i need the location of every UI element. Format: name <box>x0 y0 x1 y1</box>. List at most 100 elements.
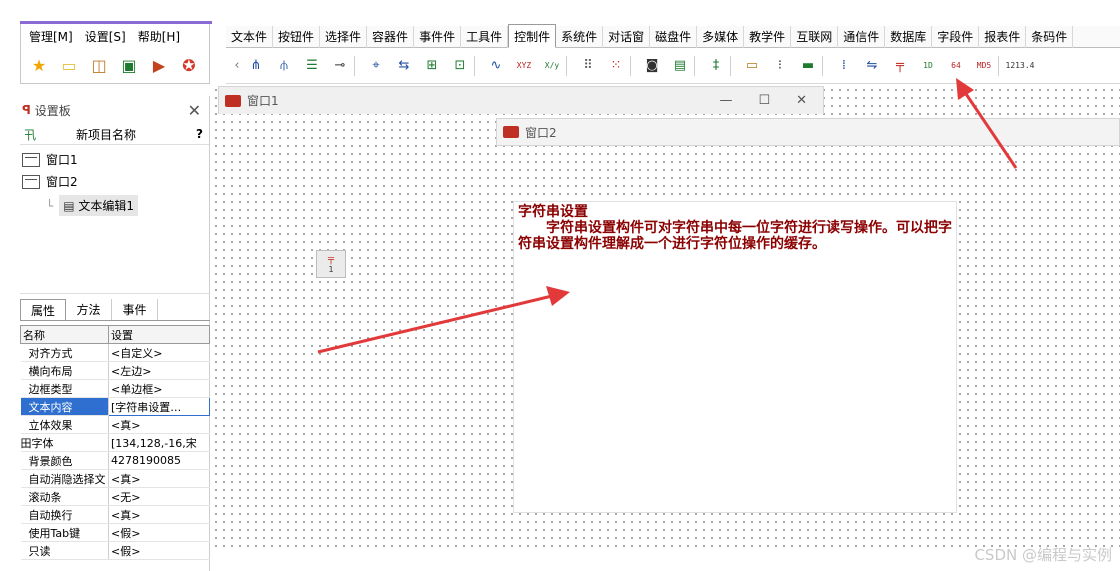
tab-select[interactable]: 选择件 <box>320 26 368 48</box>
tab-properties[interactable]: 属性 <box>20 299 66 320</box>
tab-events[interactable]: 事件 <box>112 299 158 320</box>
prop-value[interactable]: <自定义> <box>108 343 210 362</box>
tab-multimedia[interactable]: 多媒体 <box>697 26 745 48</box>
tab-control[interactable]: 控制件 <box>508 24 557 48</box>
tab-report[interactable]: 报表件 <box>979 26 1027 48</box>
prop-value[interactable]: 4278190085 <box>108 451 210 470</box>
run-icon[interactable]: ▶ <box>147 53 171 77</box>
link-icon[interactable]: ⊡ <box>446 52 474 80</box>
tab-disk[interactable]: 磁盘件 <box>650 26 698 48</box>
tree-icon[interactable]: ⋔ <box>242 52 270 80</box>
tab-text[interactable]: 文本件 <box>226 26 274 48</box>
panel-header: ꟼ 设置板 ✕ <box>20 96 209 124</box>
tab-teaching[interactable]: 教学件 <box>744 26 792 48</box>
split-icon[interactable]: ⇋ <box>858 52 886 80</box>
matrix-icon[interactable]: ⁙ <box>602 52 630 80</box>
database-icon[interactable]: ▤ <box>666 52 694 80</box>
minimize-icon[interactable]: — <box>719 93 732 108</box>
tab-internet[interactable]: 互联网 <box>791 26 839 48</box>
prop-value[interactable]: <假> <box>108 541 210 560</box>
tree-green-icon[interactable]: ‡ <box>702 52 730 80</box>
text-edit-box[interactable]: 字符串设置 字符串设置构件可对字符串中每一位字符进行读写操作。可以把字符串设置构… <box>513 201 957 513</box>
table-row[interactable]: 自动换行 <真> <box>20 505 210 524</box>
key-icon[interactable]: ⊸ <box>326 52 354 80</box>
node-icon[interactable]: ⊞ <box>418 52 446 80</box>
tab-event[interactable]: 事件件 <box>414 26 462 48</box>
list-icon[interactable]: ☰ <box>298 52 326 80</box>
project-name[interactable]: 新项目名称 <box>76 126 136 143</box>
tab-barcode[interactable]: 条码件 <box>1026 26 1074 48</box>
tab-methods[interactable]: 方法 <box>66 299 112 320</box>
tab-container[interactable]: 容器件 <box>367 26 415 48</box>
prop-value[interactable]: <单边框> <box>108 379 210 398</box>
cross-icon[interactable]: ⌖ <box>362 52 390 80</box>
prop-value[interactable]: <真> <box>108 415 210 434</box>
prop-value[interactable]: <左边> <box>108 361 210 380</box>
scroll-left-icon[interactable]: ‹ <box>232 52 242 80</box>
table-row[interactable]: 横向布局 <左边> <box>20 361 210 380</box>
prop-value[interactable]: <假> <box>108 523 210 542</box>
table-row[interactable]: 只读 <假> <box>20 541 210 560</box>
table-header: 名称 设置 <box>20 325 210 344</box>
string-set-component[interactable]: ╤ 1 <box>316 250 346 278</box>
table-row[interactable]: 使用Tab键 <假> <box>20 523 210 542</box>
tab-database[interactable]: 数据库 <box>885 26 933 48</box>
table-row[interactable]: 对齐方式 <自定义> <box>20 343 210 362</box>
close-icon[interactable]: ✕ <box>188 101 201 120</box>
branch-icon[interactable]: ⫛ <box>270 52 298 80</box>
separator <box>566 55 574 76</box>
star-icon[interactable]: ★ <box>27 53 51 77</box>
bus-icon[interactable]: ▬ <box>794 52 822 80</box>
tab-dialog[interactable]: 对话窗 <box>603 26 651 48</box>
column-icon[interactable]: ⁞ <box>830 52 858 80</box>
menu-help[interactable]: 帮助[H] <box>138 28 180 45</box>
help-icon[interactable]: ? <box>196 127 203 141</box>
wave-icon[interactable]: ∿ <box>482 52 510 80</box>
project-name-row: 卂 新项目名称 ? <box>20 124 209 144</box>
menu-settings[interactable]: 设置[S] <box>85 28 126 45</box>
base64-icon[interactable]: 64 <box>942 52 970 80</box>
tab-system[interactable]: 系统件 <box>556 26 604 48</box>
tab-tool[interactable]: 工具件 <box>461 26 509 48</box>
prop-value[interactable]: <真> <box>108 505 210 524</box>
folder-icon[interactable]: ▭ <box>57 53 81 77</box>
grid-icon[interactable]: ⠿ <box>574 52 602 80</box>
prop-value[interactable]: [字符串设置… <box>108 397 210 416</box>
tree-item-window2[interactable]: 窗口2 <box>22 173 78 190</box>
close-icon[interactable]: ✕ <box>796 93 807 108</box>
table-row[interactable]: 边框类型 <单边框> <box>20 379 210 398</box>
stop-icon[interactable]: ✪ <box>177 53 201 77</box>
table-row[interactable]: 田字体 [134,128,-16,宋 <box>20 433 210 452</box>
table-row[interactable]: 滚动条 <无> <box>20 487 210 506</box>
counter-icon[interactable]: ▭ <box>738 52 766 80</box>
string-set-icon[interactable]: ╤ <box>886 52 914 80</box>
prop-value[interactable]: [134,128,-16,宋 <box>108 433 210 452</box>
window1-titlebar[interactable]: 窗口1 — ☐ ✕ <box>218 86 824 114</box>
xy-icon[interactable]: X/y <box>538 52 566 80</box>
table-row[interactable]: 背景颜色 4278190085 <box>20 451 210 470</box>
table-row-selected[interactable]: 文本内容 [字符串设置… <box>20 397 210 416</box>
tab-button[interactable]: 按钮件 <box>273 26 321 48</box>
window2-titlebar[interactable]: 窗口2 <box>496 118 1120 146</box>
number-format-icon[interactable]: 1213.4 <box>1006 52 1035 80</box>
open-icon[interactable]: ◫ <box>87 53 111 77</box>
tab-comm[interactable]: 通信件 <box>838 26 886 48</box>
table-row[interactable]: 自动消隐选择文 <真> <box>20 469 210 488</box>
tab-field[interactable]: 字段件 <box>932 26 980 48</box>
prop-value[interactable]: <无> <box>108 487 210 506</box>
save-icon[interactable]: ▣ <box>117 53 141 77</box>
xyz-icon[interactable]: XYZ <box>510 52 538 80</box>
tree-label: 窗口2 <box>46 175 78 189</box>
prop-value[interactable]: <真> <box>108 469 210 488</box>
tree-item-window1[interactable]: 窗口1 <box>22 151 78 168</box>
table-row[interactable]: 立体效果 <真> <box>20 415 210 434</box>
menu-manage[interactable]: 管理[M] <box>29 28 73 45</box>
tree-item-textedit1[interactable]: └ ▤ 文本编辑1 <box>46 195 139 216</box>
disk-icon[interactable]: ◙ <box>638 52 666 80</box>
1d-icon[interactable]: 1D <box>914 52 942 80</box>
maximize-icon[interactable]: ☐ <box>758 93 770 108</box>
compare-icon[interactable]: ⁝ <box>766 52 794 80</box>
md5-icon[interactable]: MD5 <box>970 52 998 80</box>
prop-name: 文本内容 <box>20 397 109 416</box>
flow-icon[interactable]: ⇆ <box>390 52 418 80</box>
